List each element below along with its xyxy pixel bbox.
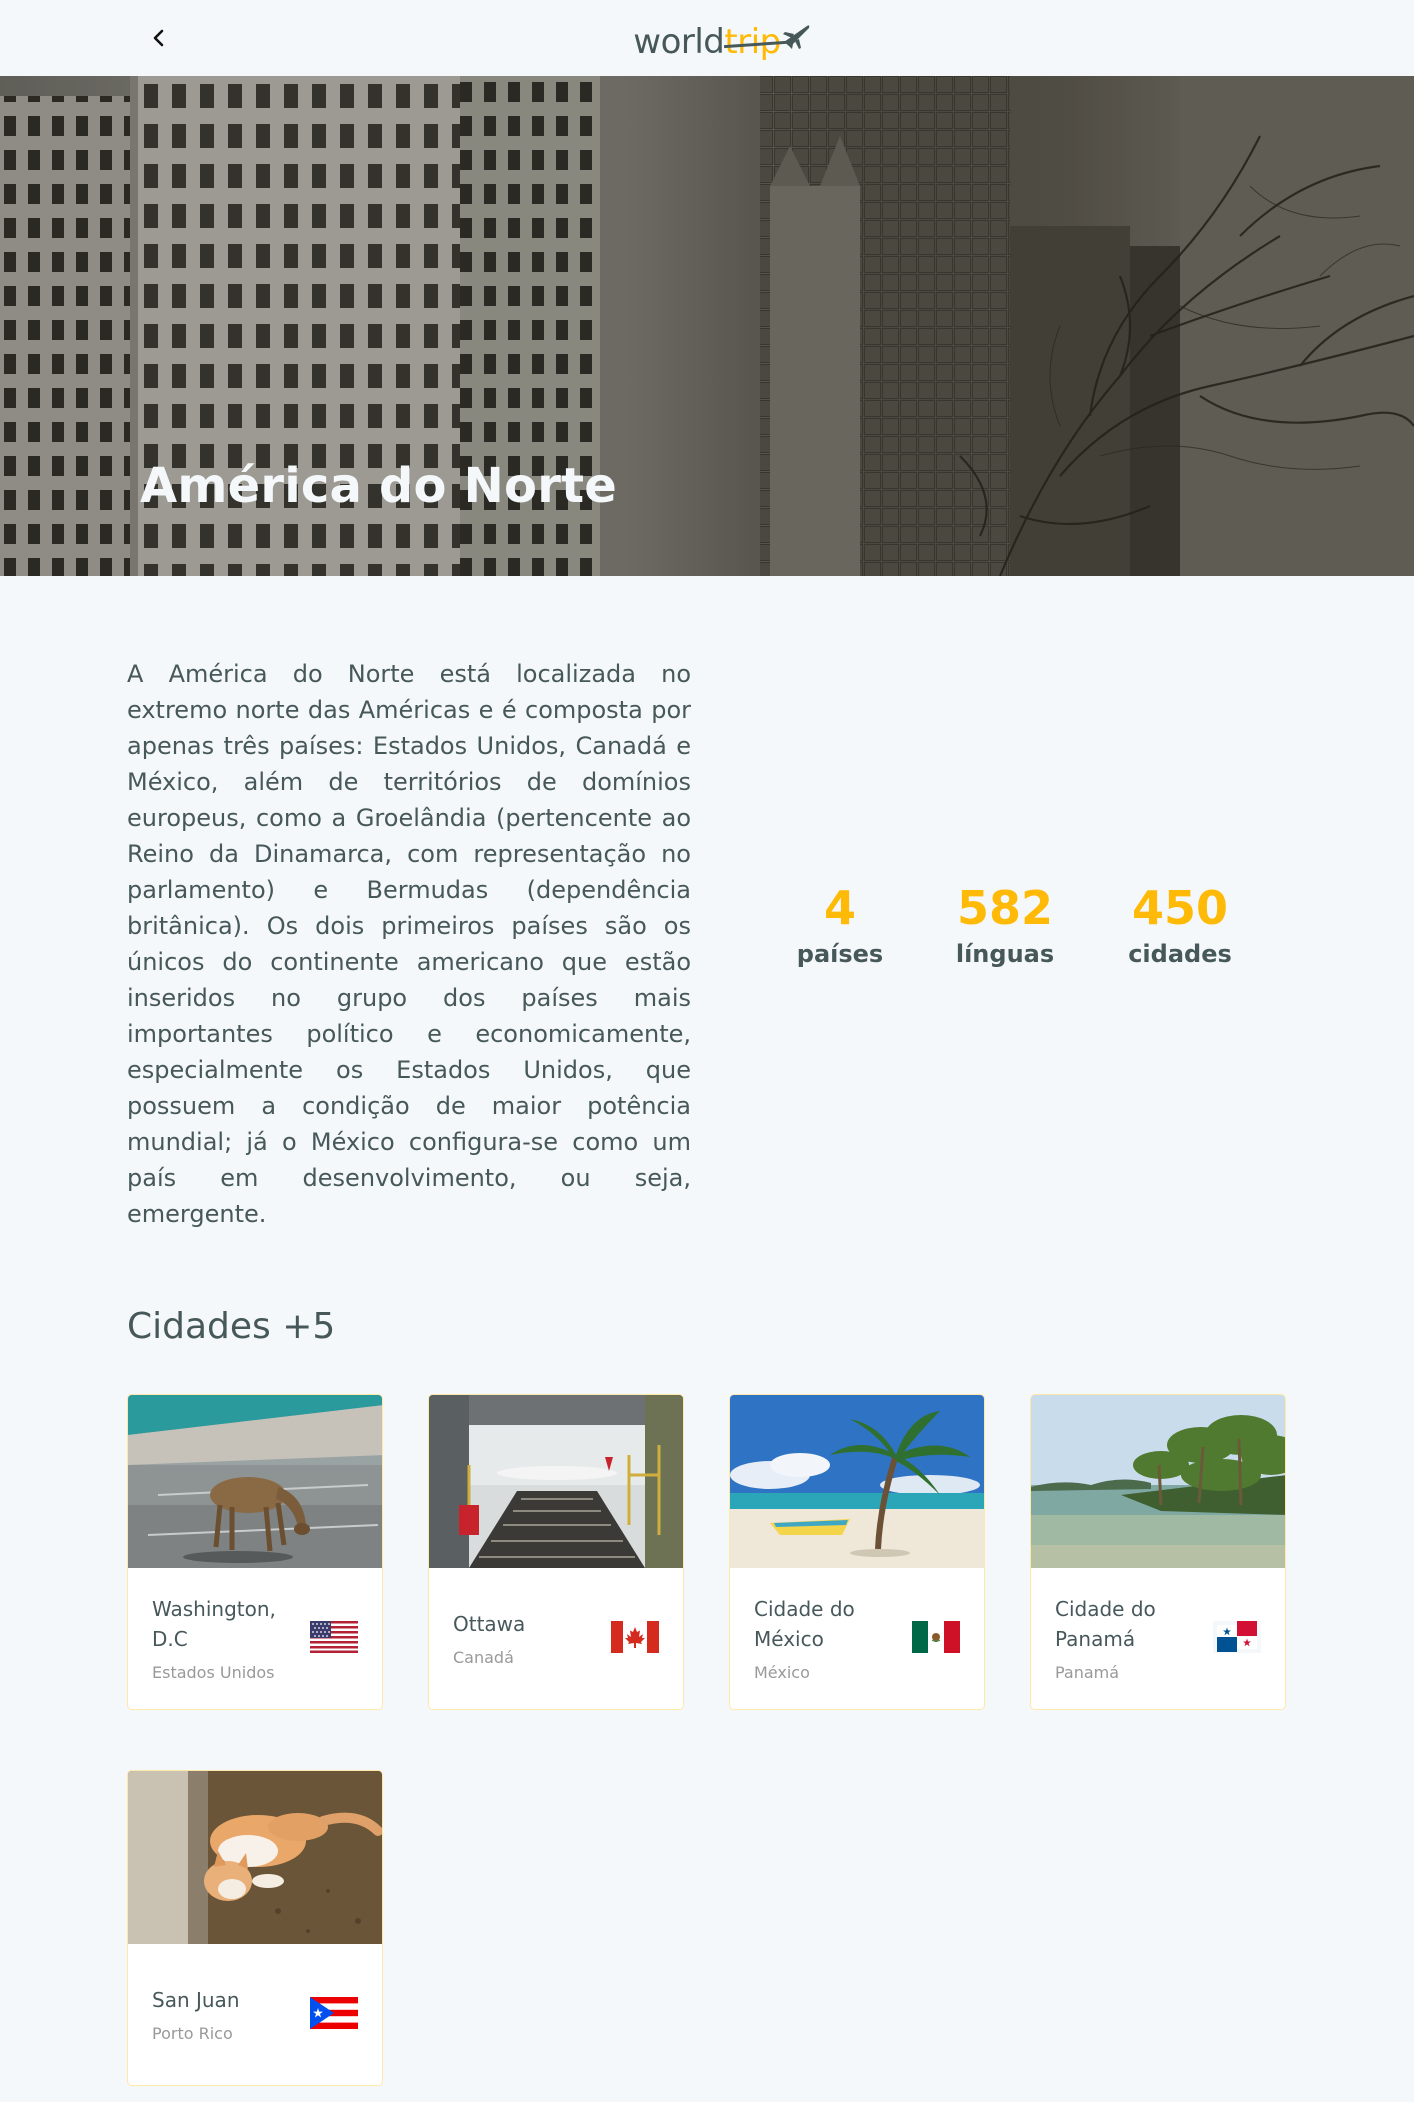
stat-countries: 4 países: [760, 880, 920, 972]
continent-title: América do Norte: [140, 458, 617, 514]
stat-countries-value: 4: [823, 881, 856, 935]
stat-languages-value: 582: [956, 881, 1054, 935]
city-card[interactable]: Cidade do México México: [729, 1394, 985, 1710]
logo-text-trip: trip: [724, 22, 781, 62]
city-country: Panamá: [1055, 1663, 1120, 1682]
worldtrip-logo[interactable]: world trip: [633, 8, 809, 68]
city-country: Estados Unidos: [152, 1663, 275, 1682]
hero-banner: América do Norte: [0, 76, 1414, 576]
back-button[interactable]: [144, 20, 174, 56]
stat-cities: 450 cidades: [1100, 880, 1260, 972]
continent-stats: 4 países 582 línguas 450 cidades: [760, 880, 1250, 1000]
city-name: Cidade do Panamá: [1055, 1597, 1156, 1651]
city-image-panama-city: [1031, 1395, 1285, 1568]
stat-cities-label: cidades: [1128, 940, 1232, 968]
city-name: Ottawa: [453, 1612, 526, 1636]
stat-languages-label: línguas: [955, 940, 1055, 968]
stat-countries-label: países: [796, 940, 884, 968]
logo-text-world: world: [633, 22, 725, 62]
top-header: world trip: [0, 0, 1414, 76]
mexico-flag-icon: [912, 1621, 960, 1653]
city-image-washington: [128, 1395, 382, 1568]
city-image-san-juan: [128, 1771, 382, 1944]
city-image-ottawa: [429, 1395, 683, 1568]
city-card[interactable]: Ottawa Canadá: [428, 1394, 684, 1710]
city-card[interactable]: Washington, D.C Estados Unidos: [127, 1394, 383, 1710]
city-card[interactable]: Cidade do Panamá Panamá: [1030, 1394, 1286, 1710]
panama-flag-icon: [1213, 1621, 1261, 1653]
continent-description: A América do Norte está localizada no ex…: [127, 660, 691, 1228]
city-name: Washington, D.C: [152, 1597, 276, 1651]
puerto-rico-flag-icon: [310, 1997, 358, 2029]
city-country: México: [754, 1663, 810, 1682]
city-image-mexico-city: [730, 1395, 984, 1568]
stat-languages: 582 línguas: [925, 880, 1085, 972]
stat-cities-value: 450: [1131, 881, 1229, 935]
city-country: Porto Rico: [152, 2024, 233, 2043]
airplane-icon: [782, 25, 809, 49]
city-card[interactable]: San Juan Porto Rico: [127, 1770, 383, 2086]
usa-flag-icon: [310, 1621, 358, 1653]
chevron-left-icon: [153, 29, 164, 47]
city-name: San Juan: [152, 1988, 240, 2012]
city-name: Cidade do México: [754, 1597, 855, 1651]
cities-section-title: Cidades +5: [127, 1306, 336, 1347]
canada-flag-icon: [611, 1621, 659, 1653]
city-country: Canadá: [453, 1648, 514, 1667]
